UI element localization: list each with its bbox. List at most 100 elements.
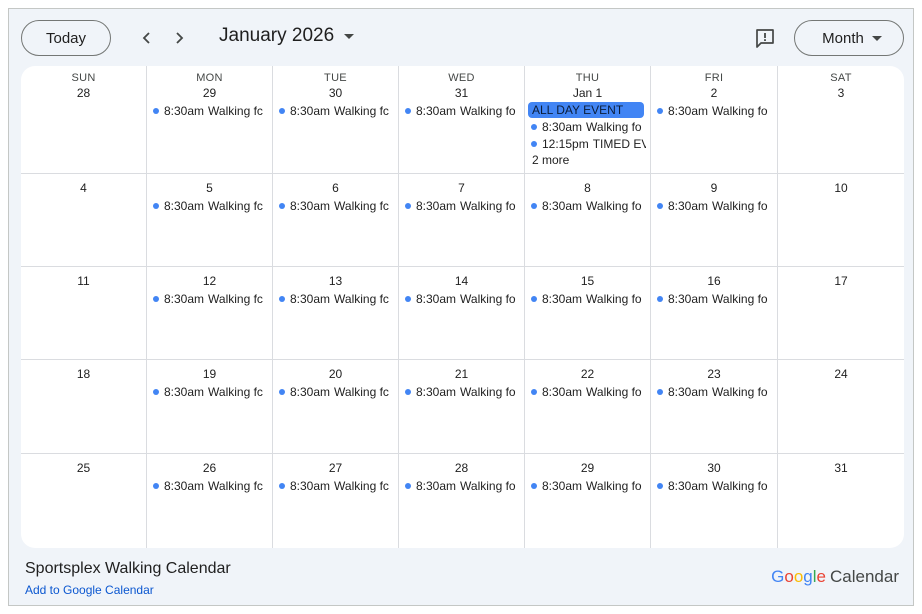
event-item[interactable]: 8:30am Walking fo: [530, 197, 646, 214]
day-number[interactable]: 15: [525, 274, 650, 288]
day-cell[interactable]: 17: [778, 267, 904, 359]
day-number[interactable]: 28: [399, 461, 524, 475]
event-item[interactable]: 8:30am Walking fc: [152, 477, 268, 494]
day-number[interactable]: 14: [399, 274, 524, 288]
event-item[interactable]: 8:30am Walking fo: [530, 118, 646, 135]
event-item[interactable]: 8:30am Walking fo: [656, 102, 773, 119]
day-cell[interactable]: 11: [21, 267, 147, 359]
day-cell[interactable]: 18: [21, 360, 147, 453]
event-item[interactable]: 8:30am Walking fo: [404, 477, 520, 494]
day-number[interactable]: 11: [21, 274, 146, 288]
day-number[interactable]: 31: [778, 461, 904, 475]
event-item[interactable]: 8:30am Walking fo: [404, 102, 520, 119]
day-number[interactable]: 25: [21, 461, 146, 475]
event-item[interactable]: 8:30am Walking fc: [152, 197, 268, 214]
day-cell[interactable]: TUE 30 8:30am Walking fc: [273, 66, 399, 173]
day-number[interactable]: 5: [147, 181, 272, 195]
event-item[interactable]: 8:30am Walking fc: [152, 383, 268, 400]
day-number[interactable]: 9: [651, 181, 777, 195]
day-cell[interactable]: FRI 2 8:30am Walking fo: [651, 66, 778, 173]
event-item[interactable]: 8:30am Walking fo: [656, 290, 773, 307]
day-number[interactable]: Jan 1: [525, 86, 650, 100]
feedback-button[interactable]: [754, 27, 776, 49]
month-picker[interactable]: January 2026: [219, 25, 355, 47]
day-number[interactable]: 26: [147, 461, 272, 475]
day-cell[interactable]: SUN 28: [21, 66, 147, 173]
day-cell[interactable]: 9 8:30am Walking fo: [651, 174, 778, 266]
day-cell[interactable]: 19 8:30am Walking fc: [147, 360, 273, 453]
day-number[interactable]: 7: [399, 181, 524, 195]
more-events-link[interactable]: 2 more: [532, 153, 650, 167]
day-number[interactable]: 10: [778, 181, 904, 195]
event-item[interactable]: 8:30am Walking fc: [278, 102, 394, 119]
today-button[interactable]: Today: [21, 20, 111, 56]
day-cell[interactable]: 14 8:30am Walking fo: [399, 267, 525, 359]
day-number[interactable]: 2: [651, 86, 777, 100]
day-number[interactable]: 30: [273, 86, 398, 100]
day-number[interactable]: 27: [273, 461, 398, 475]
day-number[interactable]: 21: [399, 367, 524, 381]
day-number[interactable]: 12: [147, 274, 272, 288]
day-cell[interactable]: THU Jan 1 ALL DAY EVENT 8:30am Walking fo 12:…: [525, 66, 651, 173]
day-cell[interactable]: 15 8:30am Walking fo: [525, 267, 651, 359]
event-item[interactable]: 8:30am Walking fc: [278, 197, 394, 214]
day-cell[interactable]: 22 8:30am Walking fo: [525, 360, 651, 453]
day-cell[interactable]: 7 8:30am Walking fo: [399, 174, 525, 266]
day-number[interactable]: 3: [778, 86, 904, 100]
day-number[interactable]: 28: [21, 86, 146, 100]
view-selector-button[interactable]: Month: [794, 20, 904, 56]
day-cell[interactable]: 25: [21, 454, 147, 548]
prev-month-button[interactable]: [133, 24, 161, 52]
day-cell[interactable]: 21 8:30am Walking fo: [399, 360, 525, 453]
day-number[interactable]: 24: [778, 367, 904, 381]
event-item[interactable]: 8:30am Walking fc: [278, 290, 394, 307]
event-item[interactable]: 8:30am Walking fc: [152, 290, 268, 307]
event-item[interactable]: 8:30am Walking fo: [404, 383, 520, 400]
day-number[interactable]: 16: [651, 274, 777, 288]
day-number[interactable]: 13: [273, 274, 398, 288]
day-cell[interactable]: 13 8:30am Walking fc: [273, 267, 399, 359]
event-item[interactable]: 8:30am Walking fo: [404, 197, 520, 214]
day-cell[interactable]: 8 8:30am Walking fo: [525, 174, 651, 266]
day-number[interactable]: 29: [525, 461, 650, 475]
day-cell[interactable]: MON 29 8:30am Walking fc: [147, 66, 273, 173]
event-item[interactable]: 8:30am Walking fo: [656, 477, 773, 494]
day-cell[interactable]: 12 8:30am Walking fc: [147, 267, 273, 359]
day-cell[interactable]: 23 8:30am Walking fo: [651, 360, 778, 453]
day-number[interactable]: 23: [651, 367, 777, 381]
day-number[interactable]: 30: [651, 461, 777, 475]
day-cell[interactable]: SAT 3: [778, 66, 904, 173]
event-item[interactable]: 8:30am Walking fo: [530, 477, 646, 494]
event-item[interactable]: 12:15pm TIMED EV: [530, 135, 646, 152]
event-item[interactable]: 8:30am Walking fo: [404, 290, 520, 307]
day-number[interactable]: 8: [525, 181, 650, 195]
day-cell[interactable]: 28 8:30am Walking fo: [399, 454, 525, 548]
all-day-event-chip[interactable]: ALL DAY EVENT: [528, 102, 644, 118]
day-cell[interactable]: 10: [778, 174, 904, 266]
day-number[interactable]: 19: [147, 367, 272, 381]
day-cell[interactable]: 30 8:30am Walking fo: [651, 454, 778, 548]
event-item[interactable]: 8:30am Walking fc: [152, 102, 268, 119]
event-item[interactable]: 8:30am Walking fo: [656, 197, 773, 214]
event-item[interactable]: 8:30am Walking fo: [656, 383, 773, 400]
day-cell[interactable]: 5 8:30am Walking fc: [147, 174, 273, 266]
day-number[interactable]: 17: [778, 274, 904, 288]
event-item[interactable]: 8:30am Walking fc: [278, 383, 394, 400]
day-cell[interactable]: WED 31 8:30am Walking fo: [399, 66, 525, 173]
event-item[interactable]: 8:30am Walking fc: [278, 477, 394, 494]
day-number[interactable]: 29: [147, 86, 272, 100]
day-cell[interactable]: 6 8:30am Walking fc: [273, 174, 399, 266]
day-cell[interactable]: 29 8:30am Walking fo: [525, 454, 651, 548]
google-calendar-logo[interactable]: Google Calendar: [771, 567, 899, 587]
day-cell[interactable]: 24: [778, 360, 904, 453]
day-number[interactable]: 22: [525, 367, 650, 381]
day-number[interactable]: 18: [21, 367, 146, 381]
day-cell[interactable]: 4: [21, 174, 147, 266]
day-number[interactable]: 20: [273, 367, 398, 381]
day-cell[interactable]: 26 8:30am Walking fc: [147, 454, 273, 548]
event-item[interactable]: 8:30am Walking fo: [530, 290, 646, 307]
day-number[interactable]: 31: [399, 86, 524, 100]
day-cell[interactable]: 16 8:30am Walking fo: [651, 267, 778, 359]
day-cell[interactable]: 27 8:30am Walking fc: [273, 454, 399, 548]
day-cell[interactable]: 31: [778, 454, 904, 548]
